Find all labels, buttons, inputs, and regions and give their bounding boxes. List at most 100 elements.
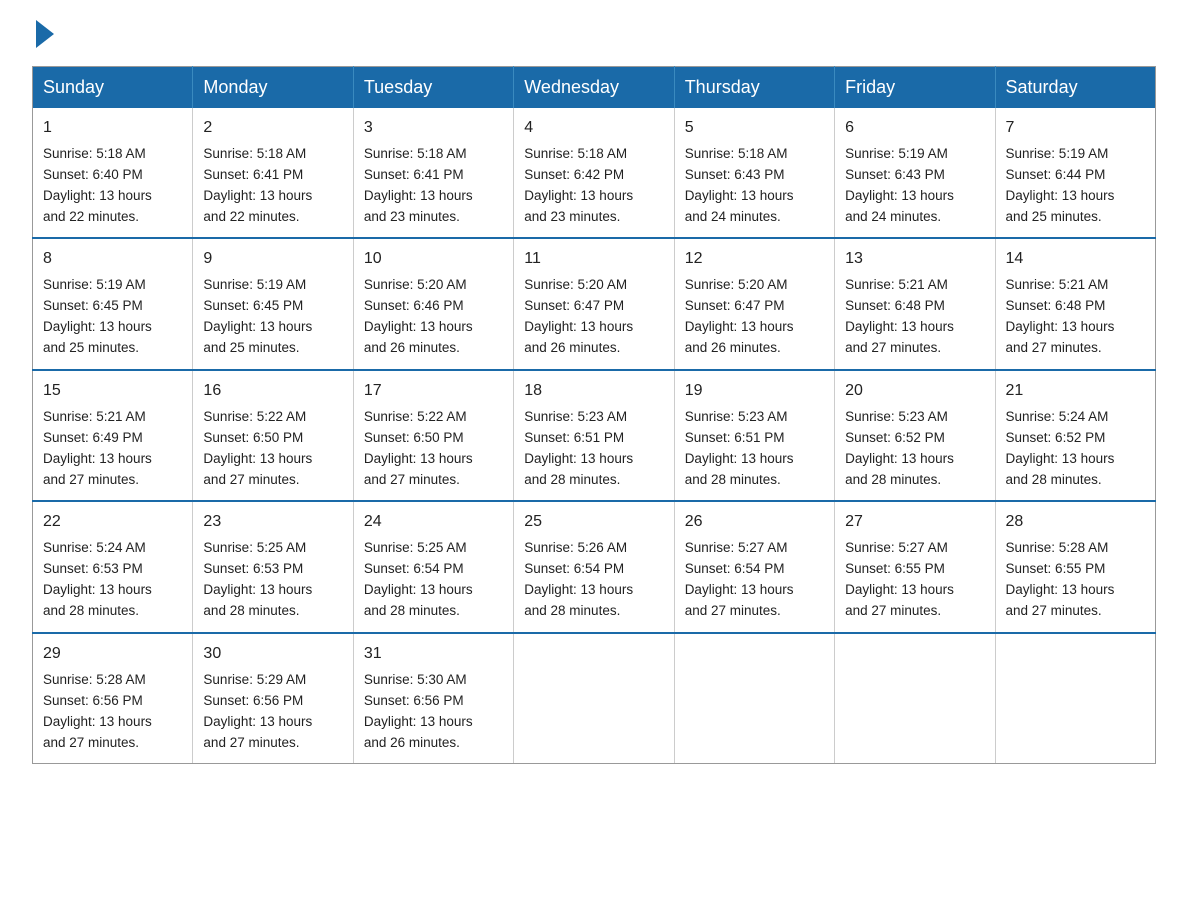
- daylight-info: Daylight: 13 hours: [524, 451, 633, 466]
- sunset-info: Sunset: 6:47 PM: [685, 298, 785, 313]
- daylight-minutes-info: and 27 minutes.: [845, 603, 941, 618]
- sunset-info: Sunset: 6:52 PM: [845, 430, 945, 445]
- daylight-minutes-info: and 28 minutes.: [685, 472, 781, 487]
- sunset-info: Sunset: 6:51 PM: [524, 430, 624, 445]
- daylight-minutes-info: and 27 minutes.: [43, 735, 139, 750]
- calendar-week-row: 15 Sunrise: 5:21 AM Sunset: 6:49 PM Dayligh…: [33, 370, 1156, 501]
- calendar-cell: 29 Sunrise: 5:28 AM Sunset: 6:56 PM Dayligh…: [33, 633, 193, 764]
- daylight-info: Daylight: 13 hours: [203, 451, 312, 466]
- daylight-minutes-info: and 26 minutes.: [685, 340, 781, 355]
- weekday-header-friday: Friday: [835, 67, 995, 109]
- sunset-info: Sunset: 6:45 PM: [43, 298, 143, 313]
- calendar-week-row: 8Sunrise: 5:19 AMSunset: 6:45 PMDaylight…: [33, 238, 1156, 369]
- calendar-week-row: 29 Sunrise: 5:28 AM Sunset: 6:56 PM Dayligh…: [33, 633, 1156, 764]
- weekday-header-sunday: Sunday: [33, 67, 193, 109]
- calendar-cell: 19Sunrise: 5:23 AMSunset: 6:51 PMDayligh…: [674, 370, 834, 501]
- sunset-info: Sunset: 6:54 PM: [685, 561, 785, 576]
- daylight-minutes-info: and 28 minutes.: [364, 603, 460, 618]
- daylight-minutes-info: and 28 minutes.: [524, 472, 620, 487]
- daylight-minutes-info: and 28 minutes.: [203, 603, 299, 618]
- daylight-info: Daylight: 13 hours: [1006, 188, 1115, 203]
- day-number: 7: [1006, 116, 1145, 141]
- sunset-info: Sunset: 6:47 PM: [524, 298, 624, 313]
- calendar-cell: 31Sunrise: 5:30 AMSunset: 6:56 PMDayligh…: [353, 633, 513, 764]
- daylight-minutes-info: and 28 minutes.: [524, 603, 620, 618]
- calendar-cell: 9Sunrise: 5:19 AMSunset: 6:45 PMDaylight…: [193, 238, 353, 369]
- daylight-minutes-info: and 27 minutes.: [43, 472, 139, 487]
- calendar-cell: 12Sunrise: 5:20 AMSunset: 6:47 PMDayligh…: [674, 238, 834, 369]
- sunrise-info: Sunrise: 5:20 AM: [524, 277, 627, 292]
- calendar-cell: [995, 633, 1155, 764]
- sunset-info: Sunset: 6:56 PM: [203, 693, 303, 708]
- sunrise-info: Sunrise: 5:20 AM: [364, 277, 467, 292]
- daylight-info: Daylight: 13 hours: [43, 188, 152, 203]
- day-number: 3: [364, 116, 503, 141]
- daylight-info: Daylight: 13 hours: [1006, 451, 1115, 466]
- day-number: 9: [203, 247, 342, 272]
- daylight-info: Daylight: 13 hours: [685, 582, 794, 597]
- daylight-minutes-info: and 27 minutes.: [1006, 340, 1102, 355]
- day-number: 29: [43, 642, 182, 667]
- calendar-week-row: 1Sunrise: 5:18 AMSunset: 6:40 PMDaylight…: [33, 108, 1156, 238]
- day-number: 28: [1006, 510, 1145, 535]
- sunset-info: Sunset: 6:49 PM: [43, 430, 143, 445]
- logo-arrow-icon: [36, 20, 54, 48]
- daylight-minutes-info: and 25 minutes.: [1006, 209, 1102, 224]
- sunset-info: Sunset: 6:50 PM: [203, 430, 303, 445]
- day-number: 10: [364, 247, 503, 272]
- daylight-minutes-info: and 27 minutes.: [364, 472, 460, 487]
- day-number: 26: [685, 510, 824, 535]
- sunrise-info: Sunrise: 5:19 AM: [845, 146, 948, 161]
- calendar-cell: 24Sunrise: 5:25 AMSunset: 6:54 PMDayligh…: [353, 501, 513, 632]
- daylight-minutes-info: and 25 minutes.: [203, 340, 299, 355]
- day-number: 6: [845, 116, 984, 141]
- calendar-cell: 27Sunrise: 5:27 AMSunset: 6:55 PMDayligh…: [835, 501, 995, 632]
- sunset-info: Sunset: 6:54 PM: [364, 561, 464, 576]
- sunrise-info: Sunrise: 5:28 AM: [43, 672, 146, 687]
- daylight-info: Daylight: 13 hours: [845, 451, 954, 466]
- sunset-info: Sunset: 6:45 PM: [203, 298, 303, 313]
- day-number: 15: [43, 379, 182, 404]
- daylight-info: Daylight: 13 hours: [43, 714, 152, 729]
- sunrise-info: Sunrise: 5:21 AM: [43, 409, 146, 424]
- sunrise-info: Sunrise: 5:24 AM: [43, 540, 146, 555]
- sunset-info: Sunset: 6:41 PM: [203, 167, 303, 182]
- daylight-info: Daylight: 13 hours: [364, 451, 473, 466]
- calendar-cell: 26Sunrise: 5:27 AMSunset: 6:54 PMDayligh…: [674, 501, 834, 632]
- day-number: 30: [203, 642, 342, 667]
- daylight-info: Daylight: 13 hours: [685, 451, 794, 466]
- daylight-info: Daylight: 13 hours: [203, 188, 312, 203]
- sunset-info: Sunset: 6:52 PM: [1006, 430, 1106, 445]
- daylight-info: Daylight: 13 hours: [1006, 319, 1115, 334]
- day-number: 11: [524, 247, 663, 272]
- day-number: 5: [685, 116, 824, 141]
- sunset-info: Sunset: 6:44 PM: [1006, 167, 1106, 182]
- weekday-header-wednesday: Wednesday: [514, 67, 674, 109]
- sunset-info: Sunset: 6:56 PM: [43, 693, 143, 708]
- sunrise-info: Sunrise: 5:18 AM: [685, 146, 788, 161]
- calendar-cell: 5Sunrise: 5:18 AMSunset: 6:43 PMDaylight…: [674, 108, 834, 238]
- calendar-cell: 17Sunrise: 5:22 AMSunset: 6:50 PMDayligh…: [353, 370, 513, 501]
- daylight-minutes-info: and 27 minutes.: [203, 472, 299, 487]
- calendar-cell: 15Sunrise: 5:21 AMSunset: 6:49 PMDayligh…: [33, 370, 193, 501]
- daylight-minutes-info: and 27 minutes.: [685, 603, 781, 618]
- calendar-cell: 22Sunrise: 5:24 AMSunset: 6:53 PMDayligh…: [33, 501, 193, 632]
- day-number: 4: [524, 116, 663, 141]
- sunrise-info: Sunrise: 5:18 AM: [364, 146, 467, 161]
- sunset-info: Sunset: 6:50 PM: [364, 430, 464, 445]
- sunset-info: Sunset: 6:48 PM: [845, 298, 945, 313]
- day-number: 1: [43, 116, 182, 141]
- weekday-header-monday: Monday: [193, 67, 353, 109]
- calendar-header-row: SundayMondayTuesdayWednesdayThursdayFrid…: [33, 67, 1156, 109]
- calendar-cell: 14Sunrise: 5:21 AMSunset: 6:48 PMDayligh…: [995, 238, 1155, 369]
- sunset-info: Sunset: 6:54 PM: [524, 561, 624, 576]
- daylight-minutes-info: and 23 minutes.: [524, 209, 620, 224]
- calendar-cell: 7Sunrise: 5:19 AMSunset: 6:44 PMDaylight…: [995, 108, 1155, 238]
- day-number: 27: [845, 510, 984, 535]
- sunrise-info: Sunrise: 5:21 AM: [1006, 277, 1109, 292]
- sunrise-info: Sunrise: 5:29 AM: [203, 672, 306, 687]
- weekday-header-thursday: Thursday: [674, 67, 834, 109]
- daylight-minutes-info: and 26 minutes.: [364, 340, 460, 355]
- daylight-info: Daylight: 13 hours: [845, 582, 954, 597]
- daylight-minutes-info: and 23 minutes.: [364, 209, 460, 224]
